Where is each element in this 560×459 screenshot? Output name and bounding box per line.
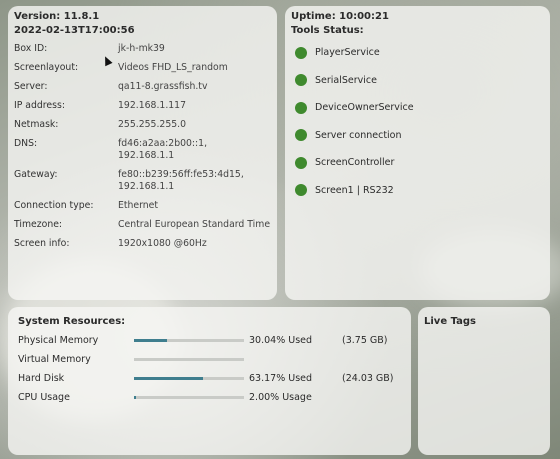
- status-ok-icon: [295, 184, 307, 197]
- resource-usage-bar: [134, 358, 244, 361]
- info-value: Central European Standard Time: [118, 219, 271, 230]
- info-row: Timezone: Central European Standard Time: [14, 215, 271, 234]
- resource-used-text: 30.04% Used: [249, 335, 313, 346]
- info-value: 1920x1080 @60Hz: [118, 238, 207, 249]
- info-row: Netmask: 255.255.255.0: [14, 115, 271, 134]
- resource-usage-fill: [134, 339, 168, 342]
- info-key: Screen info:: [14, 238, 70, 249]
- info-value: fd46:a2aa:2b00::1, 192.168.1.1: [118, 138, 208, 161]
- info-key: IP address:: [14, 100, 65, 111]
- tool-status-item: PlayerService: [291, 39, 544, 67]
- resource-size-text: (24.03 GB): [342, 373, 394, 384]
- info-key: Gateway:: [14, 169, 58, 180]
- resource-row: Physical Memory 30.04% Used (3.75 GB): [18, 331, 401, 350]
- info-key: Screenlayout:: [14, 62, 79, 73]
- resource-label: Physical Memory: [18, 335, 99, 346]
- resource-usage-bar: [134, 377, 244, 380]
- tool-status-item: Screen1 | RS232: [291, 177, 544, 205]
- resource-row: Hard Disk 63.17% Used (24.03 GB): [18, 369, 401, 388]
- info-key: Server:: [14, 81, 48, 92]
- info-row: Server: qa11-8.grassfish.tv: [14, 77, 271, 96]
- resource-used-text: 63.17% Used: [249, 373, 313, 384]
- resource-usage-fill: [134, 377, 204, 380]
- timestamp-label: 2022-02-13T17:00:56: [14, 25, 135, 36]
- system-resources-panel: System Resources: Physical Memory 30.04% …: [8, 307, 411, 455]
- info-row: Gateway: fe80::b239:56ff:fe53:4d15, 192.1…: [14, 165, 271, 196]
- info-value: jk-h-mk39: [118, 43, 165, 54]
- status-ok-icon: [295, 156, 307, 169]
- info-row: IP address: 192.168.1.117: [14, 96, 271, 115]
- info-key: Timezone:: [14, 219, 63, 230]
- info-value: Ethernet: [118, 200, 159, 211]
- info-value: qa11-8.grassfish.tv: [118, 81, 208, 92]
- info-key: Connection type:: [14, 200, 94, 211]
- resource-usage-bar: [134, 339, 244, 342]
- status-ok-icon: [295, 46, 307, 59]
- info-key: DNS:: [14, 138, 38, 149]
- uptime-label: Uptime: 10:00:21: [291, 11, 389, 22]
- device-info-panel: Version: 11.8.1 2022-02-13T17:00:56 Box …: [8, 6, 277, 300]
- resource-row: Virtual Memory: [18, 350, 401, 369]
- resources-list: Physical Memory 30.04% Used (3.75 GB) Virtu…: [18, 331, 401, 407]
- status-ok-icon: [295, 74, 307, 87]
- info-value: 192.168.1.117: [118, 100, 187, 111]
- system-resources-title: System Resources:: [18, 316, 126, 327]
- info-rows: Box ID: jk-h-mk39 Screenlayout: Videos FHD_…: [14, 39, 271, 253]
- info-value: 255.255.255.0: [118, 119, 187, 130]
- resource-used-text: 2.00% Usage: [249, 392, 312, 403]
- tool-name: SerialService: [315, 74, 377, 86]
- resource-usage-bar: [134, 396, 244, 399]
- tool-name: Screen1 | RS232: [315, 184, 394, 196]
- version-label: Version: 11.8.1: [14, 11, 100, 22]
- resource-label: Virtual Memory: [18, 354, 91, 365]
- live-tags-panel: Live Tags: [418, 307, 550, 455]
- info-key: Netmask:: [14, 119, 59, 130]
- status-ok-icon: [295, 101, 307, 114]
- tool-status-item: SerialService: [291, 67, 544, 95]
- tools-status-label: Tools Status:: [291, 25, 364, 36]
- info-value: Videos FHD_LS_random: [118, 62, 228, 73]
- info-key: Box ID:: [14, 43, 48, 54]
- info-row: Screen info: 1920x1080 @60Hz: [14, 234, 271, 253]
- tools-status-panel: Uptime: 10:00:21 Tools Status: PlayerSer…: [285, 6, 550, 300]
- tool-name: DeviceOwnerService: [315, 102, 414, 114]
- tool-name: Server connection: [315, 129, 402, 141]
- tools-list: PlayerService SerialService DeviceOwnerSer…: [291, 39, 544, 204]
- info-row: Connection type: Ethernet: [14, 196, 271, 215]
- tool-name: PlayerService: [315, 47, 380, 59]
- resource-usage-fill: [134, 396, 137, 399]
- live-tags-title: Live Tags: [424, 316, 476, 327]
- tool-status-item: Server connection: [291, 122, 544, 150]
- resource-label: Hard Disk: [18, 373, 65, 384]
- info-row: DNS: fd46:a2aa:2b00::1, 192.168.1.1: [14, 134, 271, 165]
- resource-label: CPU Usage: [18, 392, 70, 403]
- resource-size-text: (3.75 GB): [342, 335, 388, 346]
- tool-status-item: DeviceOwnerService: [291, 94, 544, 122]
- info-row: Box ID: jk-h-mk39: [14, 39, 271, 58]
- resource-row: CPU Usage 2.00% Usage: [18, 388, 401, 407]
- tool-status-item: ScreenController: [291, 149, 544, 177]
- info-row: Screenlayout: Videos FHD_LS_random: [14, 58, 271, 77]
- info-value: fe80::b239:56ff:fe53:4d15, 192.168.1.1: [118, 169, 244, 192]
- status-ok-icon: [295, 129, 307, 142]
- tool-name: ScreenController: [315, 157, 395, 169]
